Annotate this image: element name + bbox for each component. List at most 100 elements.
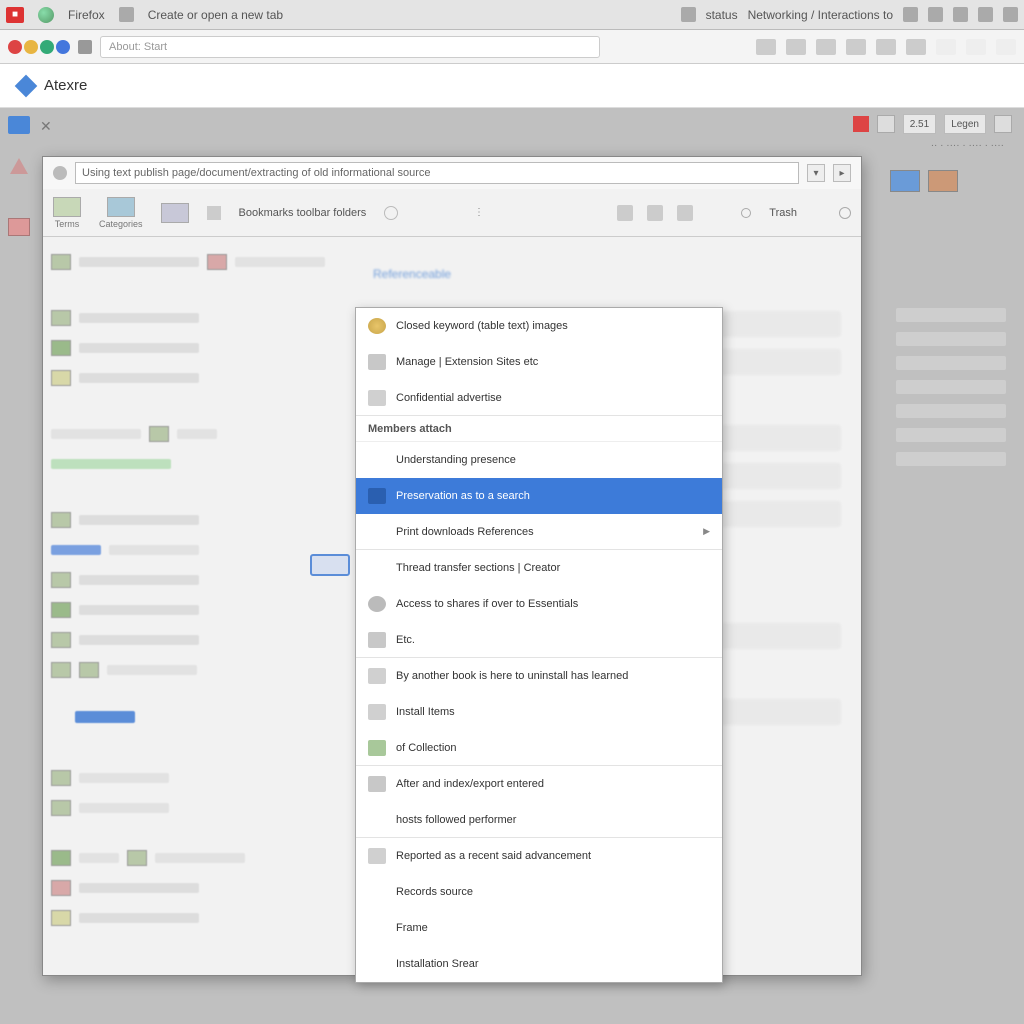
context-menu-item[interactable]: Thread transfer sections | Creator bbox=[356, 550, 722, 586]
tab-label[interactable]: Categories bbox=[99, 219, 143, 229]
list-item[interactable] bbox=[51, 873, 345, 903]
list-item[interactable] bbox=[51, 903, 345, 933]
tab-icon[interactable] bbox=[107, 197, 135, 217]
context-menu-item[interactable]: Manage | Extension Sites etc bbox=[356, 344, 722, 380]
toolbar-icon[interactable] bbox=[78, 40, 92, 54]
toolbar-button-icon[interactable] bbox=[876, 39, 896, 55]
item-icon bbox=[368, 488, 386, 504]
tab-icon[interactable] bbox=[161, 203, 189, 223]
spacer-icon bbox=[368, 524, 386, 540]
dialog-address-input[interactable] bbox=[75, 162, 799, 184]
list-item[interactable] bbox=[51, 247, 345, 277]
reference-link[interactable]: Referenceable bbox=[373, 267, 841, 281]
context-menu-item[interactable]: Access to shares if over to Essentials bbox=[356, 586, 722, 622]
tray-icon[interactable] bbox=[978, 7, 993, 22]
gear-icon[interactable] bbox=[53, 166, 67, 180]
toolbar-button-icon[interactable] bbox=[846, 39, 866, 55]
close-icon[interactable]: ✕ bbox=[40, 118, 54, 132]
image-icon bbox=[368, 740, 386, 756]
thumbnail[interactable] bbox=[890, 170, 920, 192]
flag-icon[interactable] bbox=[853, 116, 869, 132]
tray-icon[interactable] bbox=[903, 7, 918, 22]
menubar-app-name[interactable]: Firefox bbox=[68, 8, 105, 22]
list-item[interactable] bbox=[51, 763, 345, 793]
list-item[interactable] bbox=[51, 303, 345, 333]
toolbar-button-icon[interactable] bbox=[756, 39, 776, 55]
toolbar-button-icon[interactable] bbox=[816, 39, 836, 55]
section-header bbox=[51, 489, 345, 505]
list-item[interactable] bbox=[51, 449, 345, 479]
context-menu-item[interactable]: Records source bbox=[356, 874, 722, 910]
dropdown-button[interactable]: ▾ bbox=[807, 164, 825, 182]
spacer-icon bbox=[368, 956, 386, 972]
list-item[interactable] bbox=[51, 333, 345, 363]
chip-value[interactable]: 2.51 bbox=[903, 114, 936, 134]
context-menu-item[interactable]: Confidential advertise bbox=[356, 380, 722, 416]
list-item[interactable] bbox=[51, 625, 345, 655]
list-item[interactable] bbox=[51, 843, 345, 873]
context-menu-item[interactable]: Install Items bbox=[356, 694, 722, 730]
list-item[interactable] bbox=[51, 363, 345, 393]
browser-logo bbox=[8, 40, 70, 54]
go-button[interactable]: ▸ bbox=[833, 164, 851, 182]
context-menu-item-selected[interactable]: Preservation as to a search bbox=[356, 478, 722, 514]
context-menu-label: Frame bbox=[396, 922, 428, 934]
tab-action-icon[interactable] bbox=[647, 205, 663, 221]
dialog-body: Referenceable Closed keyword (table text… bbox=[43, 237, 861, 975]
context-menu-item[interactable]: After and index/export entered bbox=[356, 766, 722, 802]
logo-dot-icon bbox=[56, 40, 70, 54]
context-menu-item[interactable]: hosts followed performer bbox=[356, 802, 722, 838]
tab-action-icon[interactable] bbox=[617, 205, 633, 221]
tab-action-icon[interactable] bbox=[677, 205, 693, 221]
list-item[interactable] bbox=[51, 419, 345, 449]
context-menu-item[interactable]: Closed keyword (table text) images bbox=[356, 308, 722, 344]
tab-label[interactable]: Terms bbox=[55, 219, 80, 229]
context-menu-label: By another book is here to uninstall has… bbox=[396, 670, 628, 682]
divider-icon: ⋮ bbox=[474, 207, 484, 218]
list-item[interactable] bbox=[51, 535, 345, 565]
subnav-links[interactable]: ·· · ···· · ···· · ···· bbox=[931, 140, 1004, 151]
context-menu-item[interactable]: Print downloads References▶ bbox=[356, 514, 722, 550]
folder-icon[interactable] bbox=[8, 116, 30, 134]
toolbar-button-icon[interactable] bbox=[996, 39, 1016, 55]
context-menu-header: Members attach bbox=[356, 416, 722, 442]
context-menu-item[interactable]: Frame bbox=[356, 910, 722, 946]
list-item[interactable] bbox=[51, 793, 345, 823]
settings-icon[interactable] bbox=[839, 207, 851, 219]
chip-label[interactable]: Legen bbox=[944, 114, 986, 134]
context-menu-label: Etc. bbox=[396, 634, 415, 646]
context-menu-label: Records source bbox=[396, 886, 473, 898]
refresh-icon[interactable] bbox=[384, 206, 398, 220]
tab-icon[interactable] bbox=[207, 206, 221, 220]
context-menu-item[interactable]: of Collection bbox=[356, 730, 722, 766]
list-item[interactable] bbox=[51, 505, 345, 535]
tray-icon[interactable] bbox=[928, 7, 943, 22]
list-item[interactable] bbox=[51, 595, 345, 625]
context-menu-item[interactable]: By another book is here to uninstall has… bbox=[356, 658, 722, 694]
tab-label[interactable]: Bookmarks toolbar folders bbox=[239, 207, 367, 219]
toolbar-button-icon[interactable] bbox=[786, 39, 806, 55]
context-menu-item[interactable]: Etc. bbox=[356, 622, 722, 658]
menubar-item[interactable]: Create or open a new tab bbox=[148, 8, 283, 22]
list-item[interactable] bbox=[51, 655, 345, 685]
thumbnail[interactable] bbox=[928, 170, 958, 192]
toolbar-button-icon[interactable] bbox=[966, 39, 986, 55]
tray-icon[interactable] bbox=[1003, 7, 1018, 22]
context-menu-item[interactable]: Reported as a recent said advancement bbox=[356, 838, 722, 874]
tab-label[interactable]: Trash bbox=[769, 207, 797, 219]
context-menu-label: Installation Srear bbox=[396, 958, 479, 970]
toolbar-button-icon[interactable] bbox=[906, 39, 926, 55]
context-menu-label: Reported as a recent said advancement bbox=[396, 850, 591, 862]
tab-icon[interactable] bbox=[53, 197, 81, 217]
control-button[interactable] bbox=[877, 115, 895, 133]
address-bar[interactable]: About: Start bbox=[100, 36, 600, 58]
toolbar-button-icon[interactable] bbox=[936, 39, 956, 55]
context-menu-item[interactable]: Installation Srear bbox=[356, 946, 722, 982]
list-item[interactable] bbox=[51, 565, 345, 595]
tray-icon[interactable] bbox=[953, 7, 968, 22]
help-icon[interactable] bbox=[741, 208, 751, 218]
context-menu-label: hosts followed performer bbox=[396, 814, 516, 826]
page-title: Atexre bbox=[44, 77, 87, 94]
control-button[interactable] bbox=[994, 115, 1012, 133]
context-menu-item[interactable]: Understanding presence bbox=[356, 442, 722, 478]
